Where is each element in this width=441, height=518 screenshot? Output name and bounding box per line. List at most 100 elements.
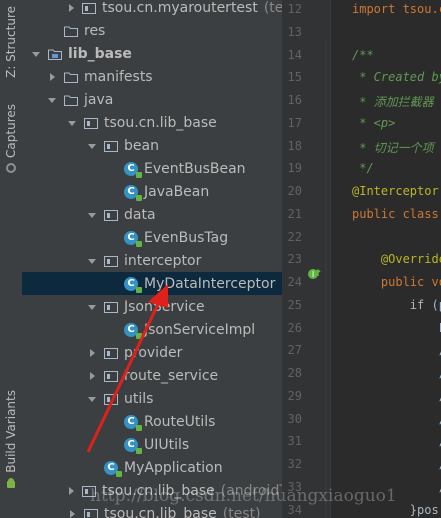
tree-item-label: UIUtils [144,436,190,453]
tree-item-label: lib_base [68,45,132,62]
tree-item-label: EventBusBean [144,160,246,177]
folder-icon [64,26,78,37]
tree-folder-item[interactable]: data [22,203,282,226]
expand-arrow-right-icon[interactable] [46,71,58,83]
tree-folder-item[interactable]: bean [22,134,282,157]
expand-arrow-down-icon[interactable] [86,255,98,267]
class-icon: C [104,460,122,477]
code-line: / [352,388,441,403]
expand-arrow-right-icon[interactable] [86,370,98,382]
code-line: * 切记一个项 [352,140,434,155]
class-icon: C [124,161,142,178]
code-line: / [352,411,441,426]
expand-arrow-down-icon[interactable] [86,301,98,313]
tree-folder-item[interactable]: res [22,19,282,42]
expand-arrow-right-icon[interactable] [66,508,78,518]
tree-folder-item[interactable]: tsou.cn.myaroutertest (test [22,0,282,19]
tree-folder-item[interactable]: utils [22,387,282,410]
fold-guides [325,40,327,518]
access-badge-icon [136,447,142,454]
tree-item-label: interceptor [124,252,202,269]
tree-class-item[interactable]: C UIUtils [22,433,282,456]
tree-folder-item[interactable]: lib_base [22,42,282,65]
tree-folder-item[interactable]: java [22,88,282,111]
tree-class-item[interactable]: C RouteUtils [22,410,282,433]
tree-item-label: tsou.cn.lib_base [104,114,217,131]
package-icon [104,209,118,221]
tree-item-label: provider [124,344,183,361]
tree-item-label: MyDataInterceptor [144,275,276,292]
code-line: /** [352,47,374,62]
tree-class-item[interactable]: C EventBusBean [22,157,282,180]
tool-window-strip: Z: Structure Captures Build Variants [0,0,23,518]
line-number: 27 [287,343,302,358]
package-icon [104,393,118,405]
code-line: / [352,343,441,358]
code-line: * Created by [352,70,441,85]
tree-folder-item[interactable]: tsou.cn.lib_base [22,111,282,134]
code-editor[interactable]: import tsou.c /** * Created by * 添加拦截器 * … [330,0,441,518]
structure-tab-label: Z: Structure [4,6,18,78]
line-number: 12 [287,2,302,16]
line-number: 16 [287,93,302,107]
folder-icon [64,72,78,83]
access-badge-icon [136,424,142,431]
line-number: 31 [287,434,302,449]
expand-arrow-right-icon[interactable] [66,485,76,497]
captures-tab[interactable]: Captures [2,104,20,174]
folder-icon [64,95,78,106]
tree-folder-item[interactable]: manifests [22,65,282,88]
tree-folder-item[interactable]: JsonService [22,295,282,318]
build-variants-tab-label: Build Variants [4,390,18,473]
code-line: public class [352,206,441,221]
class-icon: C [124,437,142,454]
expand-arrow-down-icon[interactable] [46,94,58,106]
watermark-text: http://blog.csdn.net/huangxiaoguo1 [90,486,397,506]
access-badge-icon [136,286,142,293]
expand-arrow-right-icon[interactable] [86,347,98,359]
line-number: 21 [287,206,302,221]
line-number: 26 [287,320,302,335]
expand-arrow-down-icon[interactable] [86,140,98,152]
package-icon [104,370,118,382]
tree-item-label: route_service [124,367,219,384]
package-icon [82,2,96,14]
code-line: if (p [352,297,441,312]
expand-arrow-down-icon[interactable] [86,209,98,221]
arrow-spacer [106,186,118,198]
access-badge-icon [136,240,142,247]
build-variants-tab[interactable]: Build Variants [2,390,20,489]
expand-arrow-down-icon[interactable] [66,117,78,129]
tree-class-item[interactable]: C EvenBusTag [22,226,282,249]
tree-item-label: java [84,91,114,108]
arrow-spacer [106,439,118,451]
tree-item-suffix: (test [263,0,282,16]
tree-item-label: JsonService [124,298,205,315]
line-number: 25 [287,297,302,312]
tree-folder-item[interactable]: interceptor [22,249,282,272]
tree-folder-item[interactable]: route_service [22,364,282,387]
structure-tab[interactable]: Z: Structure [2,6,20,78]
tree-class-item[interactable]: C MyDataInterceptor [22,272,282,295]
captures-icon [6,162,16,173]
svg-text:I: I [312,270,314,279]
class-icon: C [124,414,142,431]
code-line: / [352,434,441,449]
line-number: 22 [287,229,302,244]
tree-item-label: tsou.cn.lib_base [104,505,217,518]
expand-arrow-down-icon[interactable] [86,393,98,405]
tree-class-item[interactable]: C JsonServiceImpl [22,318,282,341]
expand-arrow-down-icon[interactable] [30,48,42,60]
tree-folder-item[interactable]: provider [22,341,282,364]
code-line: / [352,366,441,380]
implement-marker-icon[interactable]: I [306,266,322,282]
arrow-spacer [86,462,98,474]
tree-class-item[interactable]: C MyApplication [22,456,282,479]
expand-arrow-right-icon[interactable] [66,2,76,14]
arrow-spacer [106,163,118,175]
tree-class-item[interactable]: C JavaBean [22,180,282,203]
package-icon [104,140,118,152]
code-line: @Interceptor( [352,184,441,198]
editor-gutter: I 12 13 14 15 16 17 18 19 20 21 22 23 24 25 26 27 28 29 30… [282,0,330,518]
arrow-spacer [106,232,118,244]
